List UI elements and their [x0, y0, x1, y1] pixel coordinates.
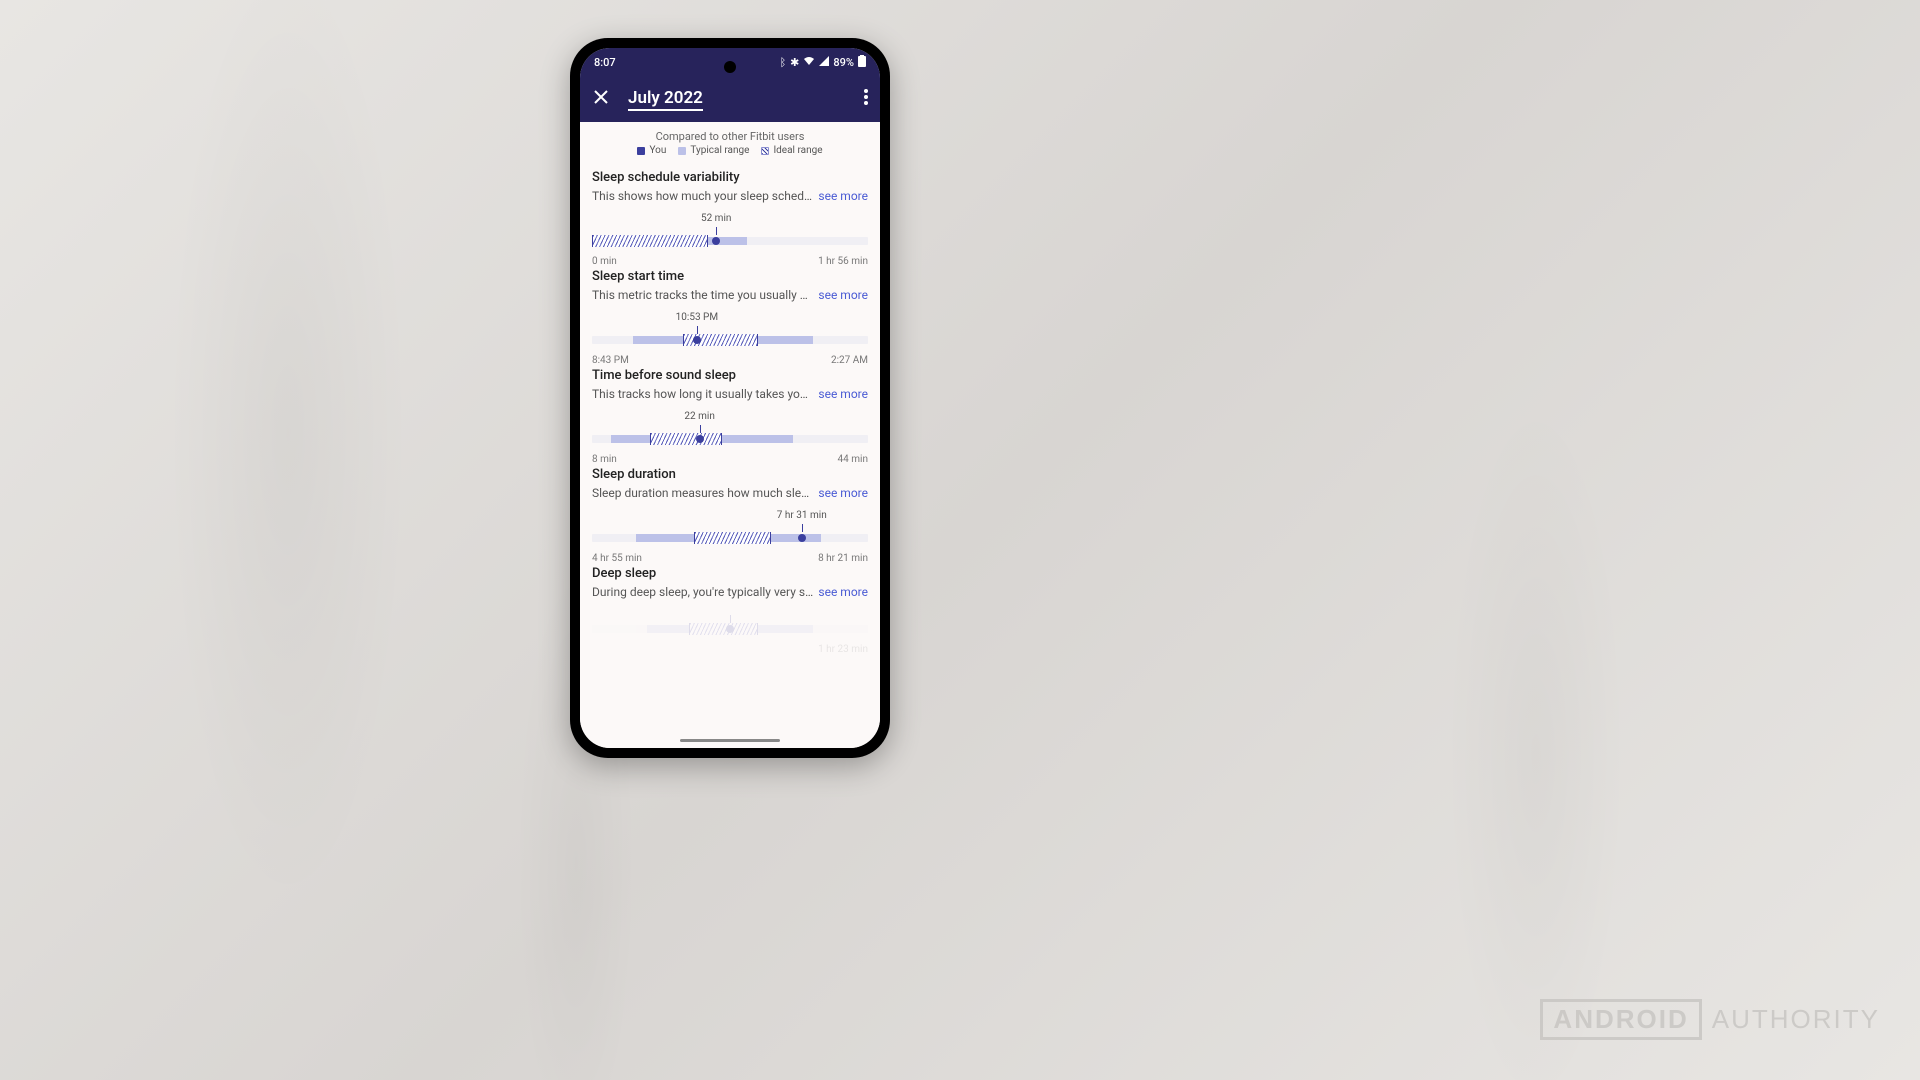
you-tick: [697, 326, 698, 334]
see-more-link[interactable]: see more: [818, 585, 868, 599]
you-value-label: 52 min: [701, 213, 731, 224]
metric-description: Sleep duration measures how much slee…: [592, 486, 814, 500]
legend: You Typical range Ideal range: [580, 145, 880, 166]
metric-description: This tracks how long it usually takes yo…: [592, 387, 814, 401]
ideal-range-bar: [694, 532, 771, 544]
battery-icon: [858, 55, 866, 70]
ideal-range-bar: [592, 235, 708, 247]
metric-row: Sleep start time This metric tracks the …: [580, 265, 880, 364]
axis-min-label: 8:43 PM: [592, 355, 629, 366]
axis-max-label: 2:27 AM: [831, 355, 868, 366]
comparison-subtitle: Compared to other Fitbit users: [580, 122, 880, 145]
axis-max-label: 8 hr 21 min: [818, 553, 868, 564]
metric-range-chart: 52 min 0 min 1 hr 56 min: [592, 217, 868, 257]
see-more-link[interactable]: see more: [818, 189, 868, 203]
ideal-range-bar: [689, 623, 758, 635]
legend-ideal-label: Ideal range: [773, 145, 822, 156]
camera-punch-hole: [724, 61, 736, 73]
see-more-link[interactable]: see more: [818, 387, 868, 401]
axis-min-label: 0 min: [592, 256, 617, 267]
watermark-plain: AUTHORITY: [1712, 1004, 1880, 1035]
metric-row: Sleep duration Sleep duration measures h…: [580, 463, 880, 562]
you-value-label: 7 hr 31 min: [777, 510, 827, 521]
axis-max-label: 44 min: [838, 454, 868, 465]
you-tick: [730, 615, 731, 623]
metric-row: Time before sound sleep This tracks how …: [580, 364, 880, 463]
axis-min-label: 8 min: [592, 454, 617, 465]
see-more-link[interactable]: see more: [818, 288, 868, 302]
ideal-range-bar: [650, 433, 722, 445]
you-dot: [712, 237, 720, 245]
battery-percent: 89%: [833, 56, 854, 69]
axis-max-label: 1 hr 56 min: [818, 256, 868, 267]
you-dot: [726, 625, 734, 633]
you-value-label: 10:53 PM: [676, 312, 718, 323]
you-dot: [693, 336, 701, 344]
metric-title: Sleep duration: [592, 467, 868, 482]
phone-frame: 8:07 ᛒ ✱ 89% July 2022: [570, 38, 890, 758]
metric-title: Time before sound sleep: [592, 368, 868, 383]
metric-description: During deep sleep, you're typically very…: [592, 585, 814, 599]
metric-title: Sleep start time: [592, 269, 868, 284]
metric-description: This shows how much your sleep sched…: [592, 189, 814, 203]
legend-you-label: You: [649, 145, 666, 156]
page-title: July 2022: [628, 88, 703, 111]
axis-min-label: 4 hr 55 min: [592, 553, 642, 564]
phone-screen: 8:07 ᛒ ✱ 89% July 2022: [580, 48, 880, 748]
you-dot: [798, 534, 806, 542]
vibrate-icon: ✱: [790, 56, 799, 69]
content-scroll[interactable]: Compared to other Fitbit users You Typic…: [580, 122, 880, 748]
legend-typical-label: Typical range: [690, 145, 749, 156]
metric-range-chart: 22 min 8 min 44 min: [592, 415, 868, 455]
signal-icon: [819, 56, 829, 69]
close-icon[interactable]: [592, 88, 610, 110]
legend-ideal-swatch: [761, 147, 769, 155]
metric-description: This metric tracks the time you usually …: [592, 288, 814, 302]
see-more-link[interactable]: see more: [818, 486, 868, 500]
you-dot: [696, 435, 704, 443]
metric-title: Sleep schedule variability: [592, 170, 868, 185]
legend-typical-swatch: [678, 147, 686, 155]
metric-row: Deep sleep During deep sleep, you're typ…: [580, 562, 880, 653]
metric-range-chart: 7 hr 31 min 4 hr 55 min 8 hr 21 min: [592, 514, 868, 554]
you-value-label: 22 min: [684, 411, 714, 422]
more-icon[interactable]: [864, 89, 868, 109]
metric-range-chart: 1 hr 23 min: [592, 605, 868, 645]
you-tick: [802, 524, 803, 532]
metric-row: Sleep schedule variability This shows ho…: [580, 166, 880, 265]
axis-max-label: 1 hr 23 min: [818, 644, 868, 655]
you-tick: [700, 425, 701, 433]
you-tick: [716, 227, 717, 235]
watermark-boxed: ANDROID: [1540, 999, 1701, 1040]
app-bar: July 2022: [580, 76, 880, 122]
watermark: ANDROID AUTHORITY: [1540, 999, 1880, 1040]
metric-title: Deep sleep: [592, 566, 868, 581]
status-time: 8:07: [594, 56, 616, 69]
metric-range-chart: 10:53 PM 8:43 PM 2:27 AM: [592, 316, 868, 356]
bluetooth-icon: ᛒ: [780, 56, 787, 69]
wifi-icon: [803, 56, 815, 69]
legend-you-swatch: [637, 147, 645, 155]
home-indicator[interactable]: [680, 739, 780, 742]
